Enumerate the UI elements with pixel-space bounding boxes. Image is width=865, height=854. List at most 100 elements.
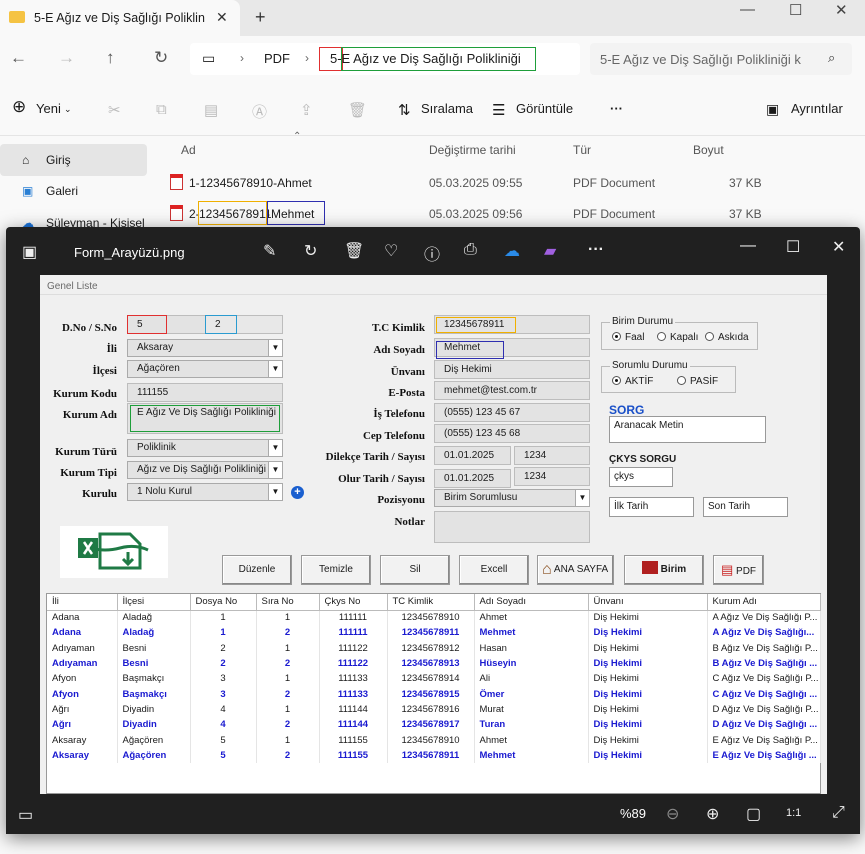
share-icon[interactable]: ⇪ [300, 101, 313, 119]
grid-header-dosya[interactable]: Dosya No [190, 594, 257, 611]
table-row[interactable]: Adıyaman Besni 2 2 111122 12345678913 Hüseyin D… [47, 655, 821, 672]
grid-header-sira[interactable]: Sıra No [256, 594, 320, 611]
grid-header-unvan[interactable]: Ünvanı [588, 594, 708, 611]
table-row[interactable]: Adana Aladağ 1 2 111111 12345678911 Mehmet Diş … [47, 625, 821, 641]
radio-pasif[interactable]: PASİF [677, 376, 718, 387]
unvan-input[interactable]: Diş Hekimi [434, 360, 590, 379]
maximize-icon[interactable]: ☐ [789, 1, 802, 19]
delete-icon[interactable]: 🗑 [344, 241, 364, 261]
filmstrip-icon[interactable]: ▭ [18, 805, 33, 825]
nav-item-home[interactable]: ⌂ Giriş [0, 144, 147, 176]
excel-button[interactable]: Excell [459, 555, 529, 585]
radio-faal[interactable]: Faal [612, 332, 644, 343]
more-icon[interactable]: ··· [588, 241, 604, 259]
radio-kapali[interactable]: Kapalı [657, 332, 698, 343]
grid-header-tc[interactable]: TC Kimlik [387, 594, 475, 611]
print-icon[interactable]: ⎙ [464, 241, 477, 259]
olur-sayi-input[interactable]: 1234 [514, 467, 590, 486]
kurum-tipi-select[interactable]: Ağız ve Diş Sağlığı Polikliniği ▼ [127, 461, 283, 479]
up-icon[interactable]: ↑ [106, 48, 115, 68]
minimize-icon[interactable]: — [740, 237, 756, 255]
nav-item-gallery[interactable]: ▣ Galeri [0, 175, 147, 207]
info-icon[interactable]: ⓘ [424, 241, 440, 265]
is-telefonu-input[interactable]: (0555) 123 45 67 [434, 403, 590, 422]
grid-header-adsoyad[interactable]: Adı Soyadı [474, 594, 589, 611]
details-button[interactable]: Ayrıntılar [791, 101, 843, 116]
edit-icon[interactable]: ✎ [263, 241, 276, 261]
close-tab-icon[interactable]: ✕ [216, 9, 228, 26]
sorg-input[interactable]: Aranacak Metin [609, 416, 766, 443]
rotate-icon[interactable]: ↻ [304, 241, 317, 261]
table-row[interactable]: Ağrı Diyadin 4 1 111144 12345678916 Murat Diş H… [47, 701, 821, 718]
search-input[interactable]: 5-E Ağız ve Diş Sağlığı Polikliniği k ⌕ [590, 43, 852, 75]
close-window-icon[interactable]: ✕ [835, 1, 848, 19]
kurulu-select[interactable]: 1 Nolu Kurul ▼ [127, 483, 283, 501]
dilekce-tarih-input[interactable]: 01.01.2025 [434, 446, 511, 465]
pozisyon-select[interactable]: Birim Sorumlusu ▼ [434, 489, 590, 507]
new-button[interactable]: Yeni [36, 101, 61, 116]
cep-telefonu-input[interactable]: (0555) 123 45 68 [434, 424, 590, 443]
gallery-icon[interactable]: ▣ [22, 242, 37, 262]
column-type[interactable]: Tür [573, 143, 591, 157]
column-modified[interactable]: Değiştirme tarihi [429, 143, 516, 157]
close-window-icon[interactable]: ✕ [832, 237, 845, 257]
delete-icon[interactable]: 🗑 [348, 101, 367, 119]
view-button[interactable]: Görüntüle [516, 101, 573, 116]
fullscreen-icon[interactable]: ⤢ [832, 804, 845, 822]
duzenle-button[interactable]: Düzenle [222, 555, 292, 585]
ana-sayfa-button[interactable]: ⌂ ANA SAYFA [537, 555, 614, 585]
refresh-icon[interactable]: ↻ [154, 48, 168, 68]
il-select[interactable]: Aksaray ▼ [127, 339, 283, 357]
ckys-input[interactable]: çkys [609, 467, 673, 487]
grid-header-kurum[interactable]: Kurum Adı [707, 594, 821, 611]
column-name[interactable]: Ad [181, 143, 196, 157]
dilekce-sayi-input[interactable]: 1234 [514, 446, 590, 465]
clipchamp-icon[interactable]: ▰ [544, 241, 556, 261]
birim-button[interactable]: Birim [624, 555, 704, 585]
back-icon[interactable]: ← [10, 48, 27, 68]
file-row[interactable]: 2- 12345678911 - Mehmet 05.03.2025 09:56… [160, 198, 865, 228]
table-row[interactable]: Adıyaman Besni 2 1 111122 12345678912 Hasan Diş… [47, 640, 821, 656]
cut-icon[interactable]: ✂ [108, 101, 121, 119]
zoom-in-icon[interactable]: ⊕ [706, 804, 719, 824]
new-tab-icon[interactable]: + [255, 7, 266, 28]
favorite-icon[interactable]: ♡ [384, 241, 398, 261]
grid-header-il[interactable]: İli [47, 594, 118, 611]
fit-window-icon[interactable]: ▢ [746, 804, 761, 824]
pdf-button[interactable]: ▤ PDF [713, 555, 764, 585]
copy-icon[interactable]: ⧉ [156, 101, 167, 118]
grid-header-ckys[interactable]: Çkys No [319, 594, 388, 611]
sil-button[interactable]: Sil [380, 555, 450, 585]
son-tarih-input[interactable]: Son Tarih [703, 497, 788, 517]
table-row[interactable]: Afyon Başmakçı 3 2 111133 12345678915 Ömer Diş … [47, 686, 821, 702]
onedrive-icon[interactable]: ☁ [504, 241, 520, 261]
table-row[interactable]: Ağrı Diyadin 4 2 111144 12345678917 Turan Diş H… [47, 717, 821, 733]
more-icon[interactable]: ··· [610, 101, 623, 116]
sort-button[interactable]: Sıralama [421, 101, 473, 116]
table-row[interactable]: Adana Aladağ 1 1 111111 12345678910 Ahmet Diş H… [47, 610, 821, 626]
olur-tarih-input[interactable]: 01.01.2025 [434, 469, 511, 488]
table-row[interactable]: Afyon Başmakçı 3 1 111133 12345678914 Ali Diş H… [47, 671, 821, 687]
kurum-kodu-input[interactable]: 111155 [127, 383, 283, 402]
actual-size-icon[interactable]: 1:1 [786, 807, 801, 819]
forward-icon[interactable]: → [58, 48, 75, 68]
tab-folder[interactable]: 5-E Ağız ve Diş Sağlığı Poliklin ✕ [0, 0, 240, 36]
rename-icon[interactable]: Ⓐ [252, 101, 267, 122]
eposta-input[interactable]: mehmet@test.com.tr [434, 381, 590, 400]
breadcrumb-folder[interactable]: 5-E Ağız ve Diş Sağlığı Polikliniği [330, 51, 521, 66]
radio-aktif[interactable]: AKTİF [612, 376, 653, 387]
temizle-button[interactable]: Temizle [301, 555, 371, 585]
table-row[interactable]: Aksaray Ağaçören 5 1 111155 12345678910 Ahmet D… [47, 732, 821, 748]
grid-header-ilce[interactable]: İlçesi [117, 594, 191, 611]
table-row[interactable]: Aksaray Ağaçören 5 2 111155 12345678911 Mehmet… [47, 747, 821, 763]
zoom-out-icon[interactable]: ⊖ [666, 804, 679, 824]
column-size[interactable]: Boyut [693, 143, 724, 157]
maximize-icon[interactable]: ☐ [786, 237, 800, 257]
ilce-select[interactable]: Ağaçören ▼ [127, 360, 283, 378]
kurum-turu-select[interactable]: Poliklinik ▼ [127, 439, 283, 457]
ilk-tarih-input[interactable]: İlk Tarih [609, 497, 694, 517]
results-grid[interactable]: İli İlçesi Dosya No Sıra No Çkys No TC K… [46, 593, 821, 794]
radio-askida[interactable]: Askıda [705, 332, 749, 343]
minimize-icon[interactable]: — [740, 1, 755, 18]
file-row[interactable]: 1-12345678910-Ahmet 05.03.2025 09:55 PDF… [160, 167, 865, 197]
